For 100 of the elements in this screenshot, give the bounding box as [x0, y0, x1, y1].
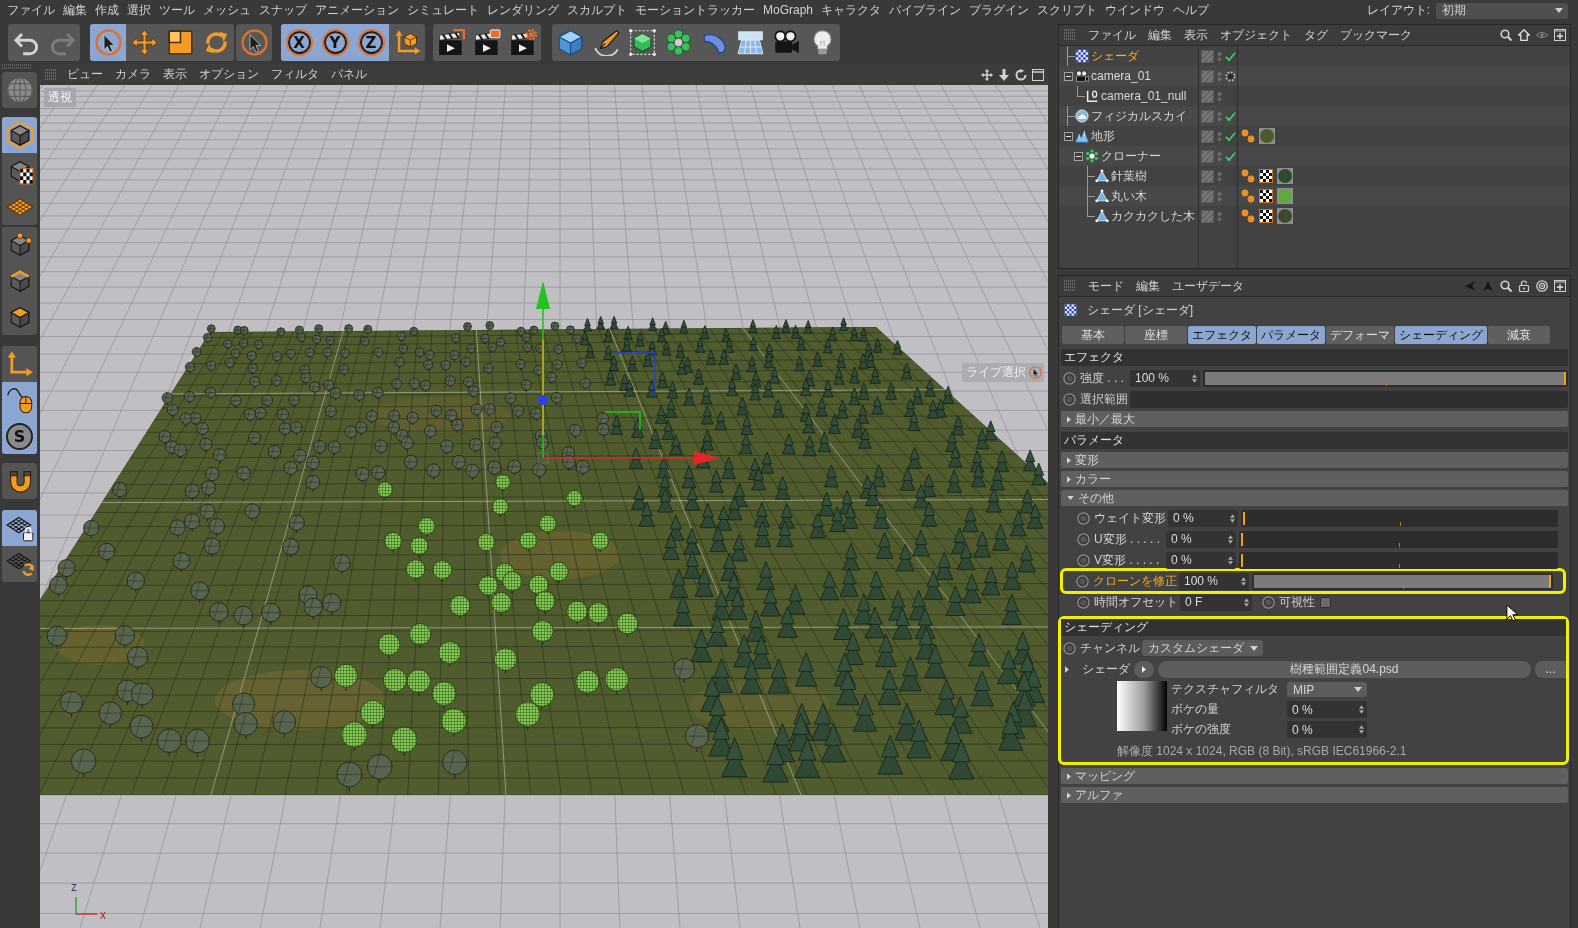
- dotted-ring-icon[interactable]: [1225, 70, 1236, 82]
- grip-icon[interactable]: [2, 64, 32, 69]
- tab[interactable]: シェーディング: [1395, 326, 1487, 344]
- circle-icon[interactable]: [1063, 371, 1076, 385]
- menu-item[interactable]: オプション: [193, 66, 265, 83]
- collapsible-group[interactable]: カラー: [1061, 471, 1568, 487]
- tab[interactable]: パラメータ: [1257, 326, 1325, 344]
- check-icon[interactable]: [1225, 130, 1236, 142]
- rotate-icon[interactable]: [1015, 68, 1027, 81]
- menu-item[interactable]: ビュー: [61, 66, 109, 83]
- layer-icon[interactable]: [1201, 169, 1214, 183]
- spinner-icon[interactable]: [1359, 705, 1364, 714]
- menu-item[interactable]: ブックマーク: [1334, 26, 1418, 44]
- number-field[interactable]: 100 %: [1179, 572, 1249, 590]
- home-icon[interactable]: [1518, 29, 1530, 41]
- menu-item[interactable]: カメラ: [109, 66, 157, 83]
- arrow-button[interactable]: [1134, 660, 1154, 678]
- spinner-icon[interactable]: [1241, 576, 1246, 586]
- triangle-right-icon[interactable]: [1067, 456, 1071, 464]
- collapsible-group[interactable]: アルファ: [1061, 787, 1568, 803]
- circle-icon[interactable]: [1077, 595, 1090, 609]
- layer-icon[interactable]: [1201, 89, 1214, 103]
- triangle-right-icon[interactable]: [1067, 772, 1071, 780]
- menu-item[interactable]: ユーザデータ: [1166, 277, 1250, 295]
- number-field[interactable]: 100 %: [1130, 369, 1200, 387]
- number-field[interactable]: 0 %: [1166, 530, 1236, 548]
- number-field[interactable]: 0 %: [1287, 721, 1367, 738]
- object-row[interactable]: クローナー: [1059, 146, 1570, 166]
- slider-track[interactable]: [1241, 509, 1558, 527]
- menu-item[interactable]: プラグイン: [965, 0, 1034, 21]
- menu-item[interactable]: ウインドウ: [1101, 0, 1170, 21]
- number-field[interactable]: 0 %: [1287, 701, 1367, 718]
- menu-item[interactable]: 編集: [1130, 277, 1166, 295]
- collapsible-group[interactable]: その他: [1061, 490, 1568, 506]
- triangle-right-icon[interactable]: [1067, 415, 1071, 423]
- tab[interactable]: 座標: [1125, 326, 1187, 344]
- search-icon[interactable]: [1500, 29, 1512, 41]
- object-name[interactable]: 丸い木: [1111, 187, 1147, 205]
- target-icon[interactable]: [1536, 280, 1548, 292]
- toolbar-button[interactable]: X: [281, 24, 317, 61]
- two-balls-icon[interactable]: [1241, 129, 1255, 143]
- checkbox[interactable]: [1320, 596, 1331, 608]
- layout-dropdown[interactable]: 初期: [1436, 2, 1568, 19]
- spinner-icon[interactable]: [1228, 534, 1233, 544]
- menu-item[interactable]: ファイル: [1082, 26, 1142, 44]
- spinner-icon[interactable]: [1359, 725, 1364, 734]
- object-name[interactable]: シェーダ: [1091, 47, 1139, 65]
- circle-icon[interactable]: [1077, 511, 1090, 525]
- toolbar-button[interactable]: Z: [353, 24, 389, 61]
- circle-icon[interactable]: [1262, 595, 1275, 609]
- visibility-dots-icon[interactable]: [1217, 210, 1222, 222]
- tab[interactable]: エフェクタ: [1188, 326, 1256, 344]
- dropdown[interactable]: カスタムシェーダ: [1142, 640, 1263, 656]
- new-window-icon[interactable]: [1554, 280, 1566, 292]
- two-balls-icon[interactable]: [1241, 169, 1255, 183]
- search-icon[interactable]: [1500, 280, 1512, 292]
- visibility-dots-icon[interactable]: [1217, 190, 1222, 202]
- visibility-dots-icon[interactable]: [1217, 170, 1222, 182]
- two-balls-icon[interactable]: [1241, 189, 1255, 203]
- tool-button[interactable]: S: [2, 418, 37, 454]
- visibility-dots-icon[interactable]: [1217, 90, 1222, 102]
- check-icon[interactable]: [1225, 50, 1236, 62]
- collapse-box-icon[interactable]: [1064, 71, 1073, 81]
- menu-item[interactable]: ファイル: [3, 0, 59, 21]
- pan-arrows-icon[interactable]: [981, 68, 993, 81]
- window-icon[interactable]: [1032, 68, 1044, 81]
- menu-item[interactable]: オブジェクト: [1214, 26, 1298, 44]
- menu-item[interactable]: パイプライン: [885, 0, 966, 21]
- layer-icon[interactable]: [1201, 209, 1214, 223]
- object-row[interactable]: camera_01: [1059, 66, 1570, 86]
- menu-item[interactable]: キャラクタ: [817, 0, 886, 21]
- menu-item[interactable]: シミュレート: [403, 0, 483, 21]
- spinner-icon[interactable]: [1192, 373, 1197, 383]
- object-name[interactable]: camera_01_null: [1101, 89, 1187, 103]
- object-name[interactable]: camera_01: [1091, 69, 1152, 83]
- menu-item[interactable]: スカルプト: [563, 0, 631, 21]
- spinner-icon[interactable]: [1230, 513, 1235, 523]
- checker-icon[interactable]: [1259, 169, 1273, 183]
- lock-icon[interactable]: [1518, 280, 1530, 292]
- collapsible-group[interactable]: 変形: [1061, 452, 1568, 468]
- grip-icon[interactable]: [45, 68, 57, 81]
- menu-item[interactable]: 選択: [123, 0, 155, 21]
- menu-item[interactable]: 表示: [157, 66, 193, 83]
- dropdown[interactable]: MIP: [1287, 682, 1367, 697]
- menu-item[interactable]: 表示: [1178, 26, 1214, 44]
- move-gizmo-drawing[interactable]: [536, 281, 720, 465]
- object-row[interactable]: 丸い木: [1059, 186, 1570, 206]
- collapse-box-icon[interactable]: [1074, 151, 1083, 161]
- object-name[interactable]: 地形: [1091, 127, 1115, 145]
- menu-item[interactable]: メッシュ: [199, 0, 255, 21]
- slider-track[interactable]: [1239, 551, 1558, 569]
- down-arrow-icon[interactable]: [998, 68, 1010, 81]
- menu-item[interactable]: モード: [1082, 277, 1130, 295]
- grip-icon[interactable]: [1064, 280, 1076, 292]
- menu-item[interactable]: タグ: [1298, 26, 1334, 44]
- spinner-icon[interactable]: [1244, 597, 1249, 607]
- tab[interactable]: 基本: [1062, 326, 1124, 344]
- check-icon[interactable]: [1225, 150, 1236, 162]
- menu-item[interactable]: ツール: [155, 0, 199, 21]
- collapse-box-icon[interactable]: [1064, 131, 1073, 141]
